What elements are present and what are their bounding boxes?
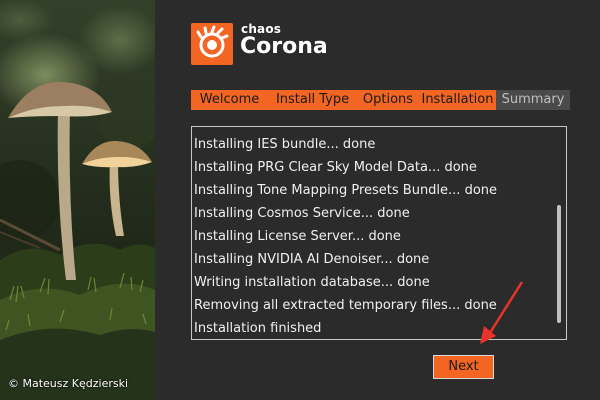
- log-line: Installing Cosmos Service... done: [194, 206, 410, 221]
- photo-credit: © Mateusz Kędzierski: [8, 377, 129, 390]
- installer-window: © Mateusz Kędzierski chaos Corona Welcom…: [0, 0, 600, 400]
- next-button[interactable]: Next: [433, 355, 494, 379]
- log-line: Installing License Server... done: [194, 229, 401, 244]
- mushroom-illustration: [0, 81, 155, 400]
- red-arrow-annotation-icon: [480, 281, 524, 344]
- log-scrollbar-thumb[interactable]: [557, 205, 561, 323]
- log-line: Installing NVIDIA AI Denoiser... done: [194, 252, 430, 267]
- log-line: Installing IES bundle... done: [194, 137, 376, 152]
- tab-installation[interactable]: Installation: [419, 90, 496, 110]
- log-line: Installing PRG Clear Sky Model Data... d…: [194, 160, 477, 175]
- corona-logo-icon: [191, 23, 233, 65]
- tab-options[interactable]: Options: [357, 90, 419, 110]
- tab-welcome[interactable]: Welcome: [191, 90, 268, 110]
- tab-summary[interactable]: Summary: [496, 90, 570, 110]
- log-line: Installing Tone Mapping Presets Bundle..…: [194, 183, 498, 198]
- log-scrollbar[interactable]: [553, 127, 565, 339]
- step-tabs: Welcome Install Type Options Installatio…: [191, 90, 570, 110]
- tab-install-type[interactable]: Install Type: [268, 90, 357, 110]
- brand-corona: Corona: [240, 34, 328, 59]
- mushroom-photo: © Mateusz Kędzierski: [0, 0, 155, 400]
